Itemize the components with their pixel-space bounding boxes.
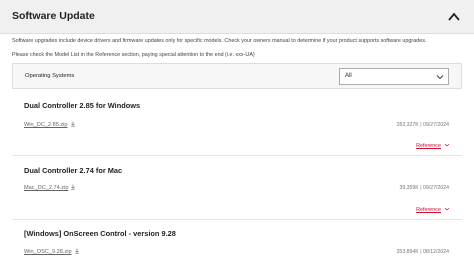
notice-text: Please check the Model List in the Refer… xyxy=(12,52,255,58)
download-icon xyxy=(70,121,75,127)
section-header[interactable]: Software Update xyxy=(0,0,474,34)
download-icon xyxy=(74,248,79,254)
chevron-up-icon[interactable] xyxy=(446,9,462,25)
file-date: 09/27/2024 xyxy=(423,185,449,191)
file-meta: 282,327K | 09/27/2024 xyxy=(397,122,449,128)
file-name: Mac_DC_2.74.zip xyxy=(24,185,69,191)
chevron-down-icon xyxy=(444,207,450,211)
file-date: 08/12/2024 xyxy=(423,249,449,255)
reference-label: Reference xyxy=(416,207,441,213)
item-title: Dual Controller 2.74 for Mac xyxy=(24,166,123,175)
reference-link[interactable]: Reference xyxy=(416,206,450,213)
file-meta: 353,894K | 08/12/2024 xyxy=(397,249,449,255)
file-size: 39,359K xyxy=(399,185,419,191)
file-size: 353,894K xyxy=(396,249,419,255)
file-name: Win_DC_2.85.zip xyxy=(24,122,68,128)
file-name: Win_OSC_9.28.zip xyxy=(24,249,72,255)
meta-separator: | xyxy=(420,122,422,128)
reference-label: Reference xyxy=(416,143,441,149)
os-select[interactable]: All xyxy=(339,68,449,85)
divider xyxy=(12,155,462,156)
os-select-value: All xyxy=(345,73,352,79)
meta-separator: | xyxy=(420,185,422,191)
file-download-link[interactable]: Win_OSC_9.28.zip xyxy=(24,248,80,255)
section-title: Software Update xyxy=(12,10,95,22)
file-date: 09/27/2024 xyxy=(423,122,449,128)
file-size: 282,327K xyxy=(396,122,419,128)
file-download-link[interactable]: Mac_DC_2.74.zip xyxy=(24,184,76,191)
file-download-link[interactable]: Win_DC_2.85.zip xyxy=(24,121,76,128)
divider xyxy=(12,219,462,220)
chevron-down-icon xyxy=(436,75,444,80)
file-meta: 39,359K | 09/27/2024 xyxy=(399,185,449,191)
meta-separator: | xyxy=(420,249,422,255)
notice-text: Software upgrades include device drivers… xyxy=(12,38,427,44)
reference-link[interactable]: Reference xyxy=(416,142,450,149)
filter-label: Operating Systems xyxy=(25,73,75,79)
item-title: [Windows] OnScreen Control - version 9.2… xyxy=(24,229,176,238)
download-icon xyxy=(71,184,76,190)
item-title: Dual Controller 2.85 for Windows xyxy=(24,101,141,110)
chevron-down-icon xyxy=(444,143,450,147)
